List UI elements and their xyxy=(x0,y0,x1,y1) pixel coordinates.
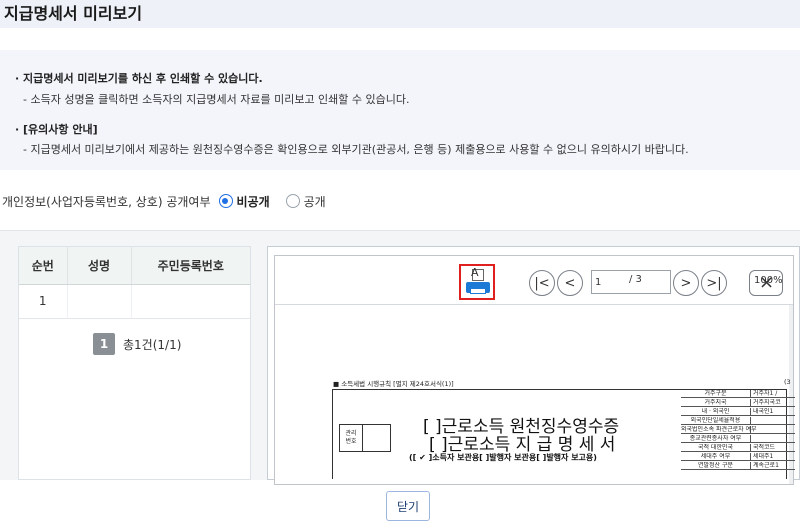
next-page-button[interactable]: > xyxy=(673,270,699,296)
notice-heading: · [유의사항 안내] xyxy=(15,123,98,136)
grid-row: 세대주 여부 세대주1 xyxy=(681,453,795,461)
table-row[interactable]: 1 xyxy=(19,284,250,319)
grid-row: 국적 대한민국 국적코드 xyxy=(681,444,795,452)
grid-row: 외국인단일세율적용 xyxy=(681,417,795,425)
print-icon-letter: A xyxy=(471,266,479,279)
first-page-button[interactable]: |< xyxy=(529,270,555,296)
mgmt-number-field xyxy=(363,424,391,452)
radio-public[interactable] xyxy=(285,194,300,208)
last-page-button[interactable]: >| xyxy=(701,270,727,296)
info-line-1: · 지급명세서 미리보기를 하신 후 인쇄할 수 있습니다. xyxy=(15,72,263,85)
grid-row: 거주구분 거주자1 / xyxy=(681,390,795,398)
recipient-list: 순번 성명 주민등록번호 1 1 총1건(1/1) xyxy=(18,246,251,480)
grid-row: 외국법인소속 파견근로자 여부 xyxy=(681,426,795,434)
close-button[interactable]: 닫기 xyxy=(386,491,430,521)
privacy-label: 개인정보(사업자등록번호, 상호) 공개여부 xyxy=(2,194,211,209)
table-header-row: 순번 성명 주민등록번호 xyxy=(19,247,250,285)
form-caption: ■ 소득세법 시행규칙 [별지 제24호서식(1)] xyxy=(333,380,454,388)
cell-rrn xyxy=(131,284,250,319)
page-number-button[interactable]: 1 xyxy=(93,333,115,355)
tax-form: 관리 번호 [ ]근로소득 원천징수영수증 [ ]근로소득 지 급 명 세 서 … xyxy=(332,389,795,479)
col-header-no: 순번 xyxy=(19,247,68,285)
form-info-grid: 거주구분 거주자1 / 거주지국 거주지국코 내 · 외국인 내국인1 외국인단일세율… xyxy=(681,390,795,490)
notice-line: - 지급명세서 미리보기에서 제공하는 원천징수영수증은 확인용으로 외부기관(… xyxy=(23,143,689,156)
page-title: 지급명세서 미리보기 xyxy=(4,4,143,23)
info-box: · 지급명세서 미리보기를 하신 후 인쇄할 수 있습니다. - 소득자 성명을… xyxy=(0,50,800,170)
form-caption-right: (3 xyxy=(784,378,791,386)
grid-row: 종교관련종사자 여부 xyxy=(681,435,795,443)
radio-private-label[interactable]: 비공개 xyxy=(237,193,270,210)
recipient-table: 순번 성명 주민등록번호 1 xyxy=(19,247,250,319)
col-header-name: 성명 xyxy=(67,247,132,285)
page-total: / 3 xyxy=(629,274,642,285)
prev-page-button[interactable]: < xyxy=(557,270,583,296)
grid-row: 거주지국 거주지국코 xyxy=(681,399,795,407)
printer-tray-icon xyxy=(470,288,486,294)
print-button[interactable]: A xyxy=(459,264,495,300)
page-summary: 총1건(1/1) xyxy=(123,337,182,352)
cell-name[interactable] xyxy=(67,284,132,319)
radio-private[interactable] xyxy=(218,194,233,208)
grid-row: 연말정산 구분 계속근로1 xyxy=(681,462,795,470)
col-header-rrn: 주민등록번호 xyxy=(131,247,250,285)
close-icon[interactable]: × xyxy=(759,272,774,294)
mgmt-number-label: 관리 번호 xyxy=(339,424,363,452)
privacy-setting: 개인정보(사업자등록번호, 상호) 공개여부 비공개 공개 xyxy=(2,192,326,210)
cell-no: 1 xyxy=(19,284,68,319)
copy-type-line: ([ ✔ ]소득자 보관용[ ]발행자 보관용[ ]발행자 보고용) xyxy=(409,453,597,462)
info-line-2: - 소득자 성명을 클릭하면 소득자의 지급명세서 자료를 미리보고 인쇄할 수… xyxy=(23,93,410,106)
radio-public-label[interactable]: 공개 xyxy=(304,193,326,210)
page-header: 지급명세서 미리보기 xyxy=(0,0,800,28)
zoom-control[interactable]: 100% × xyxy=(749,270,783,296)
grid-row: 내 · 외국인 내국인1 xyxy=(681,408,795,416)
pagination: 1 총1건(1/1) xyxy=(93,333,181,355)
